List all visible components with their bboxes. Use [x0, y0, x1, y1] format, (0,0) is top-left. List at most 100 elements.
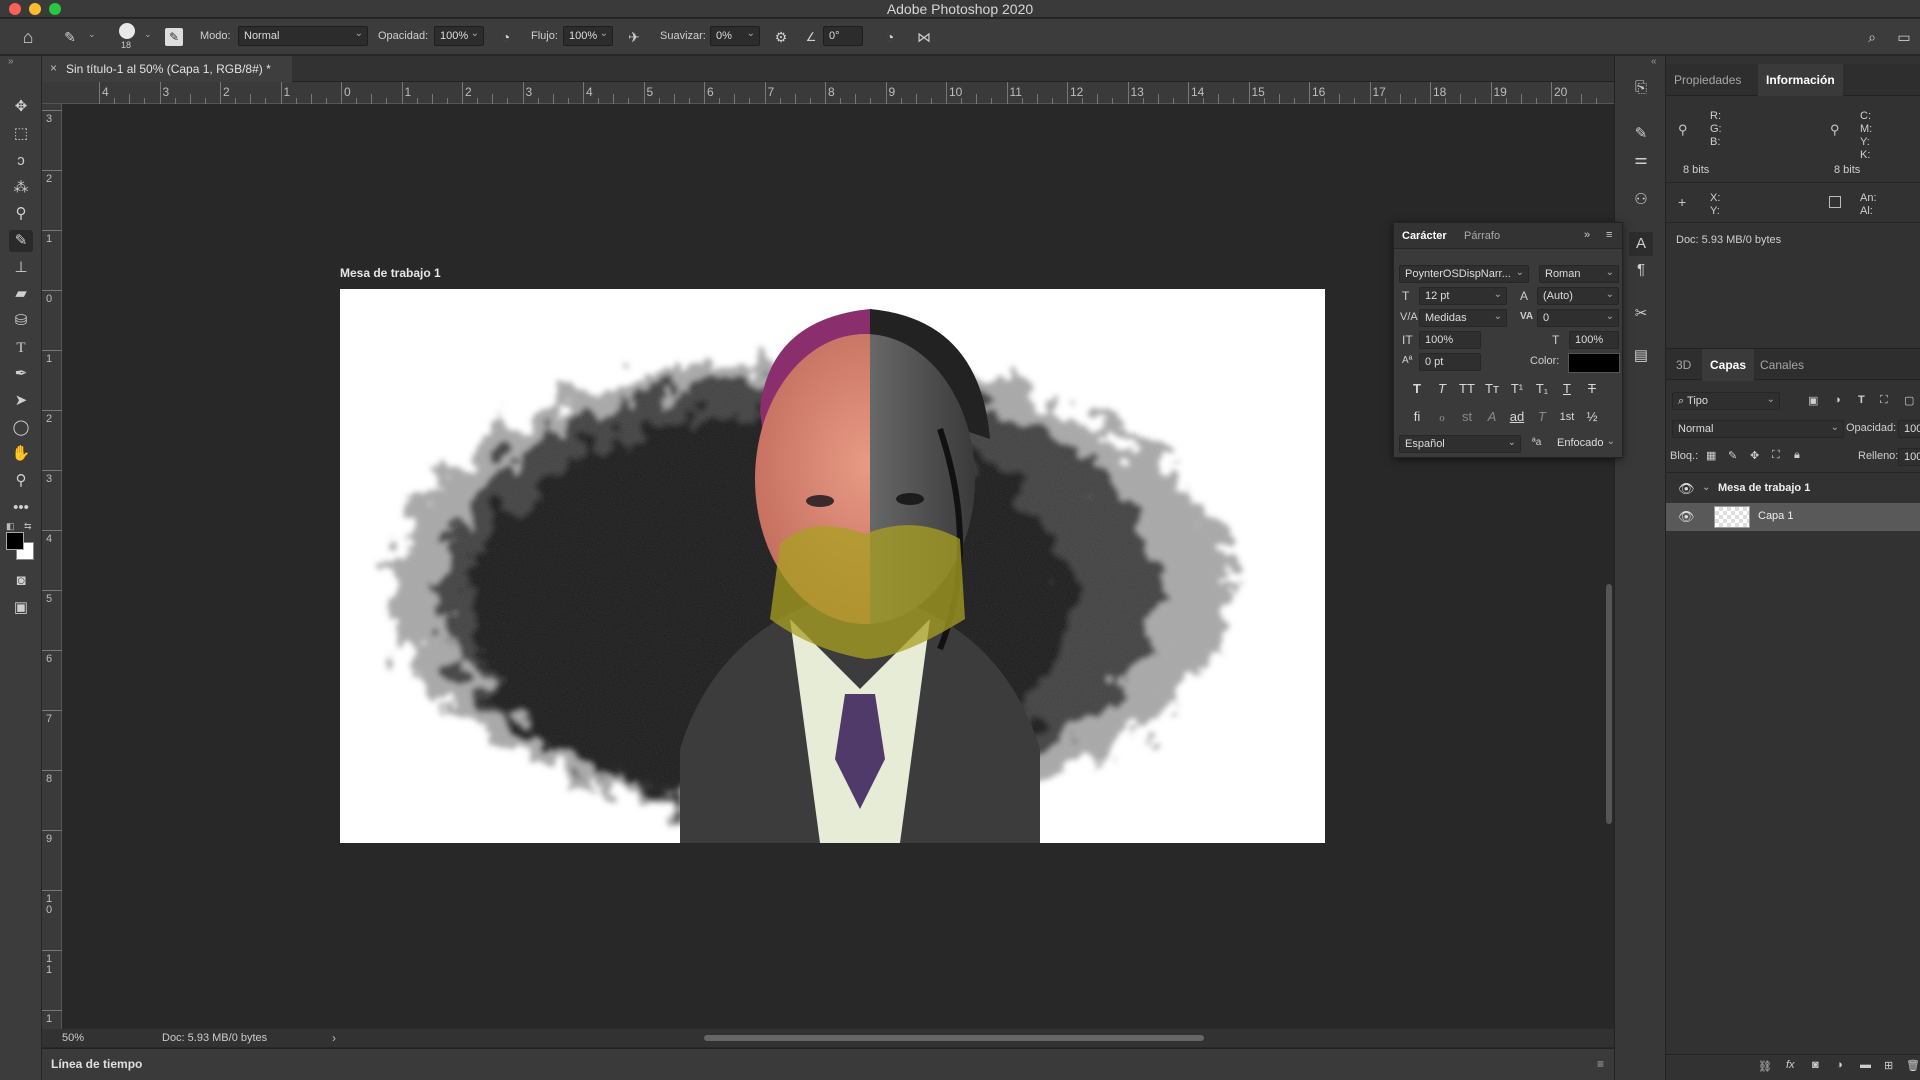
all-caps-button[interactable]: TT: [1456, 379, 1478, 399]
baseline-shift-field[interactable]: 0 pt: [1419, 353, 1481, 371]
home-icon[interactable]: ⌂: [18, 27, 38, 47]
more-tools-icon[interactable]: •••: [9, 497, 33, 519]
paint-bucket-tool-icon[interactable]: ⛁: [9, 310, 33, 332]
pressure-size-icon[interactable]: ◔: [880, 27, 900, 47]
hand-tool-icon[interactable]: ✋: [9, 443, 33, 465]
layer-style-fx-icon[interactable]: fx: [1786, 1059, 1795, 1071]
titling-alternates-button[interactable]: T: [1531, 407, 1553, 427]
kerning-field[interactable]: Medidas ⌄: [1419, 309, 1507, 327]
path-selection-tool-icon[interactable]: ➤: [9, 390, 33, 412]
expand-chevron-icon[interactable]: ⌄: [1702, 482, 1710, 493]
artboard-label[interactable]: Mesa de trabajo 1: [340, 266, 441, 280]
link-layers-icon[interactable]: ⛓: [1758, 1060, 1772, 1073]
lock-position-icon[interactable]: ✥: [1750, 449, 1759, 462]
layer-opacity-field[interactable]: 100: [1898, 420, 1920, 438]
tab-3d[interactable]: 3D: [1676, 349, 1691, 381]
vertical-scale-field[interactable]: 100%: [1419, 331, 1481, 349]
add-mask-icon[interactable]: ◙: [1812, 1059, 1819, 1071]
clone-stamp-tool-icon[interactable]: ⊥: [9, 257, 33, 279]
eyedropper-tool-icon[interactable]: ⚲: [9, 203, 33, 225]
tab-capas[interactable]: Capas: [1702, 349, 1755, 381]
paragraph-panel-icon[interactable]: ¶: [1629, 258, 1653, 282]
collapse-toolbar-icon[interactable]: »: [8, 56, 14, 67]
libraries-panel-icon[interactable]: ▤: [1629, 344, 1653, 368]
mode-select[interactable]: Normal ⌄: [238, 26, 368, 46]
antialias-select[interactable]: Enfocado ⌄: [1552, 435, 1619, 453]
quick-selection-tool-icon[interactable]: ⁂: [9, 177, 33, 199]
history-panel-icon[interactable]: ⎘: [1629, 76, 1653, 100]
move-tool-icon[interactable]: ✥: [9, 96, 33, 118]
marquee-tool-icon[interactable]: ⬚: [9, 123, 33, 145]
zoom-level[interactable]: 50%: [62, 1032, 84, 1044]
underline-button[interactable]: T: [1556, 379, 1578, 399]
tab-caracter[interactable]: Carácter: [1402, 230, 1447, 242]
discretionary-ligatures-button[interactable]: st: [1456, 407, 1478, 427]
brush-tool-icon[interactable]: ✎: [9, 230, 33, 252]
brush-settings-panel-icon[interactable]: ✎: [1629, 122, 1653, 146]
tab-canales[interactable]: Canales: [1760, 349, 1804, 381]
tab-informacion[interactable]: Información: [1758, 64, 1843, 96]
type-tool-icon[interactable]: T: [9, 337, 33, 359]
fractions-button[interactable]: ½: [1581, 407, 1603, 427]
layer-row-capa-1[interactable]: 👁︎ Capa 1: [1666, 503, 1920, 531]
lock-artboard-icon[interactable]: ⛶: [1772, 449, 1780, 462]
adjustments-panel-icon[interactable]: ⚌: [1629, 148, 1653, 172]
flow-field[interactable]: 100% ⌄: [563, 26, 613, 46]
filter-shape-icon[interactable]: ⛶: [1880, 394, 1888, 407]
filter-type-icon[interactable]: T: [1858, 394, 1865, 406]
fill-field[interactable]: 100: [1898, 448, 1920, 466]
default-colors-icon[interactable]: ◧: [6, 521, 15, 532]
subscript-button[interactable]: T₁: [1531, 379, 1553, 399]
symmetry-butterfly-icon[interactable]: ⋈: [914, 27, 934, 47]
strikethrough-button[interactable]: T: [1581, 379, 1603, 399]
layer-filter-select[interactable]: ⌕ Tipo ⌄: [1672, 392, 1780, 410]
brush-size-swatch[interactable]: [119, 23, 135, 39]
faux-bold-button[interactable]: T: [1406, 379, 1428, 399]
old-style-button[interactable]: ℴ: [1431, 407, 1453, 427]
lock-image-icon[interactable]: ✎: [1728, 449, 1737, 462]
lasso-tool-icon[interactable]: ↄ: [9, 150, 33, 172]
font-size-field[interactable]: 12 pt ⌄: [1419, 287, 1507, 305]
swash-button[interactable]: A: [1481, 407, 1503, 427]
tool-presets-panel-icon[interactable]: ✂: [1629, 302, 1653, 326]
brush-tool-preset-icon[interactable]: ✎: [60, 27, 80, 47]
artboard[interactable]: [340, 289, 1325, 843]
angle-field[interactable]: 0°: [823, 26, 863, 46]
quick-mask-icon[interactable]: ◙: [9, 570, 33, 592]
smoothing-settings-gear-icon[interactable]: ⚙: [771, 27, 791, 47]
layer-row-artboard[interactable]: 👁︎ ⌄ Mesa de trabajo 1: [1666, 475, 1920, 503]
airbrush-icon[interactable]: ✈: [624, 27, 644, 47]
preset-chevron-icon[interactable]: ⌄: [88, 29, 96, 40]
filter-pixel-icon[interactable]: ▣: [1808, 394, 1818, 407]
ligatures-button[interactable]: fi: [1406, 407, 1428, 427]
new-adjustment-layer-icon[interactable]: ◑: [1836, 1059, 1843, 1071]
lock-all-icon[interactable]: 🔒︎: [1794, 449, 1800, 462]
brush-settings-icon[interactable]: ✎: [165, 28, 183, 46]
layer-blend-mode-select[interactable]: Normal ⌄: [1672, 420, 1844, 438]
tracking-field[interactable]: 0 ⌄: [1537, 309, 1619, 327]
pen-tool-icon[interactable]: ✒: [9, 363, 33, 385]
foreground-color-swatch[interactable]: [6, 532, 24, 550]
timeline-menu-icon[interactable]: ≡: [1597, 1057, 1604, 1071]
layer-visibility-eye-icon[interactable]: 👁︎: [1678, 509, 1695, 525]
eraser-tool-icon[interactable]: ▰: [9, 283, 33, 305]
ellipse-tool-icon[interactable]: ◯: [9, 417, 33, 439]
smoothing-field[interactable]: 0% ⌄: [710, 26, 760, 46]
small-caps-button[interactable]: Tт: [1481, 379, 1503, 399]
status-menu-arrow[interactable]: ›: [332, 1031, 336, 1045]
lock-transparent-icon[interactable]: ▦: [1706, 449, 1716, 462]
leading-field[interactable]: (Auto) ⌄: [1537, 287, 1619, 305]
stylistic-alternates-button[interactable]: ad: [1506, 407, 1528, 427]
panel-menu-icon[interactable]: ≡: [1606, 229, 1612, 241]
search-icon[interactable]: ⌕: [1862, 27, 1882, 47]
text-color-swatch[interactable]: [1568, 353, 1620, 373]
new-group-icon[interactable]: ▬: [1860, 1059, 1871, 1071]
layer-visibility-eye-icon[interactable]: 👁︎: [1678, 481, 1695, 497]
font-family-select[interactable]: PoynterOSDispNarr... ⌄: [1399, 265, 1529, 283]
tab-propiedades[interactable]: Propiedades: [1674, 64, 1741, 96]
tab-parrafo[interactable]: Párrafo: [1464, 230, 1500, 242]
delete-layer-icon[interactable]: 🗑︎: [1906, 1059, 1920, 1072]
pressure-opacity-icon[interactable]: ◔: [496, 27, 516, 47]
character-panel-icon[interactable]: A: [1629, 232, 1653, 256]
opacity-field[interactable]: 100% ⌄: [434, 26, 484, 46]
